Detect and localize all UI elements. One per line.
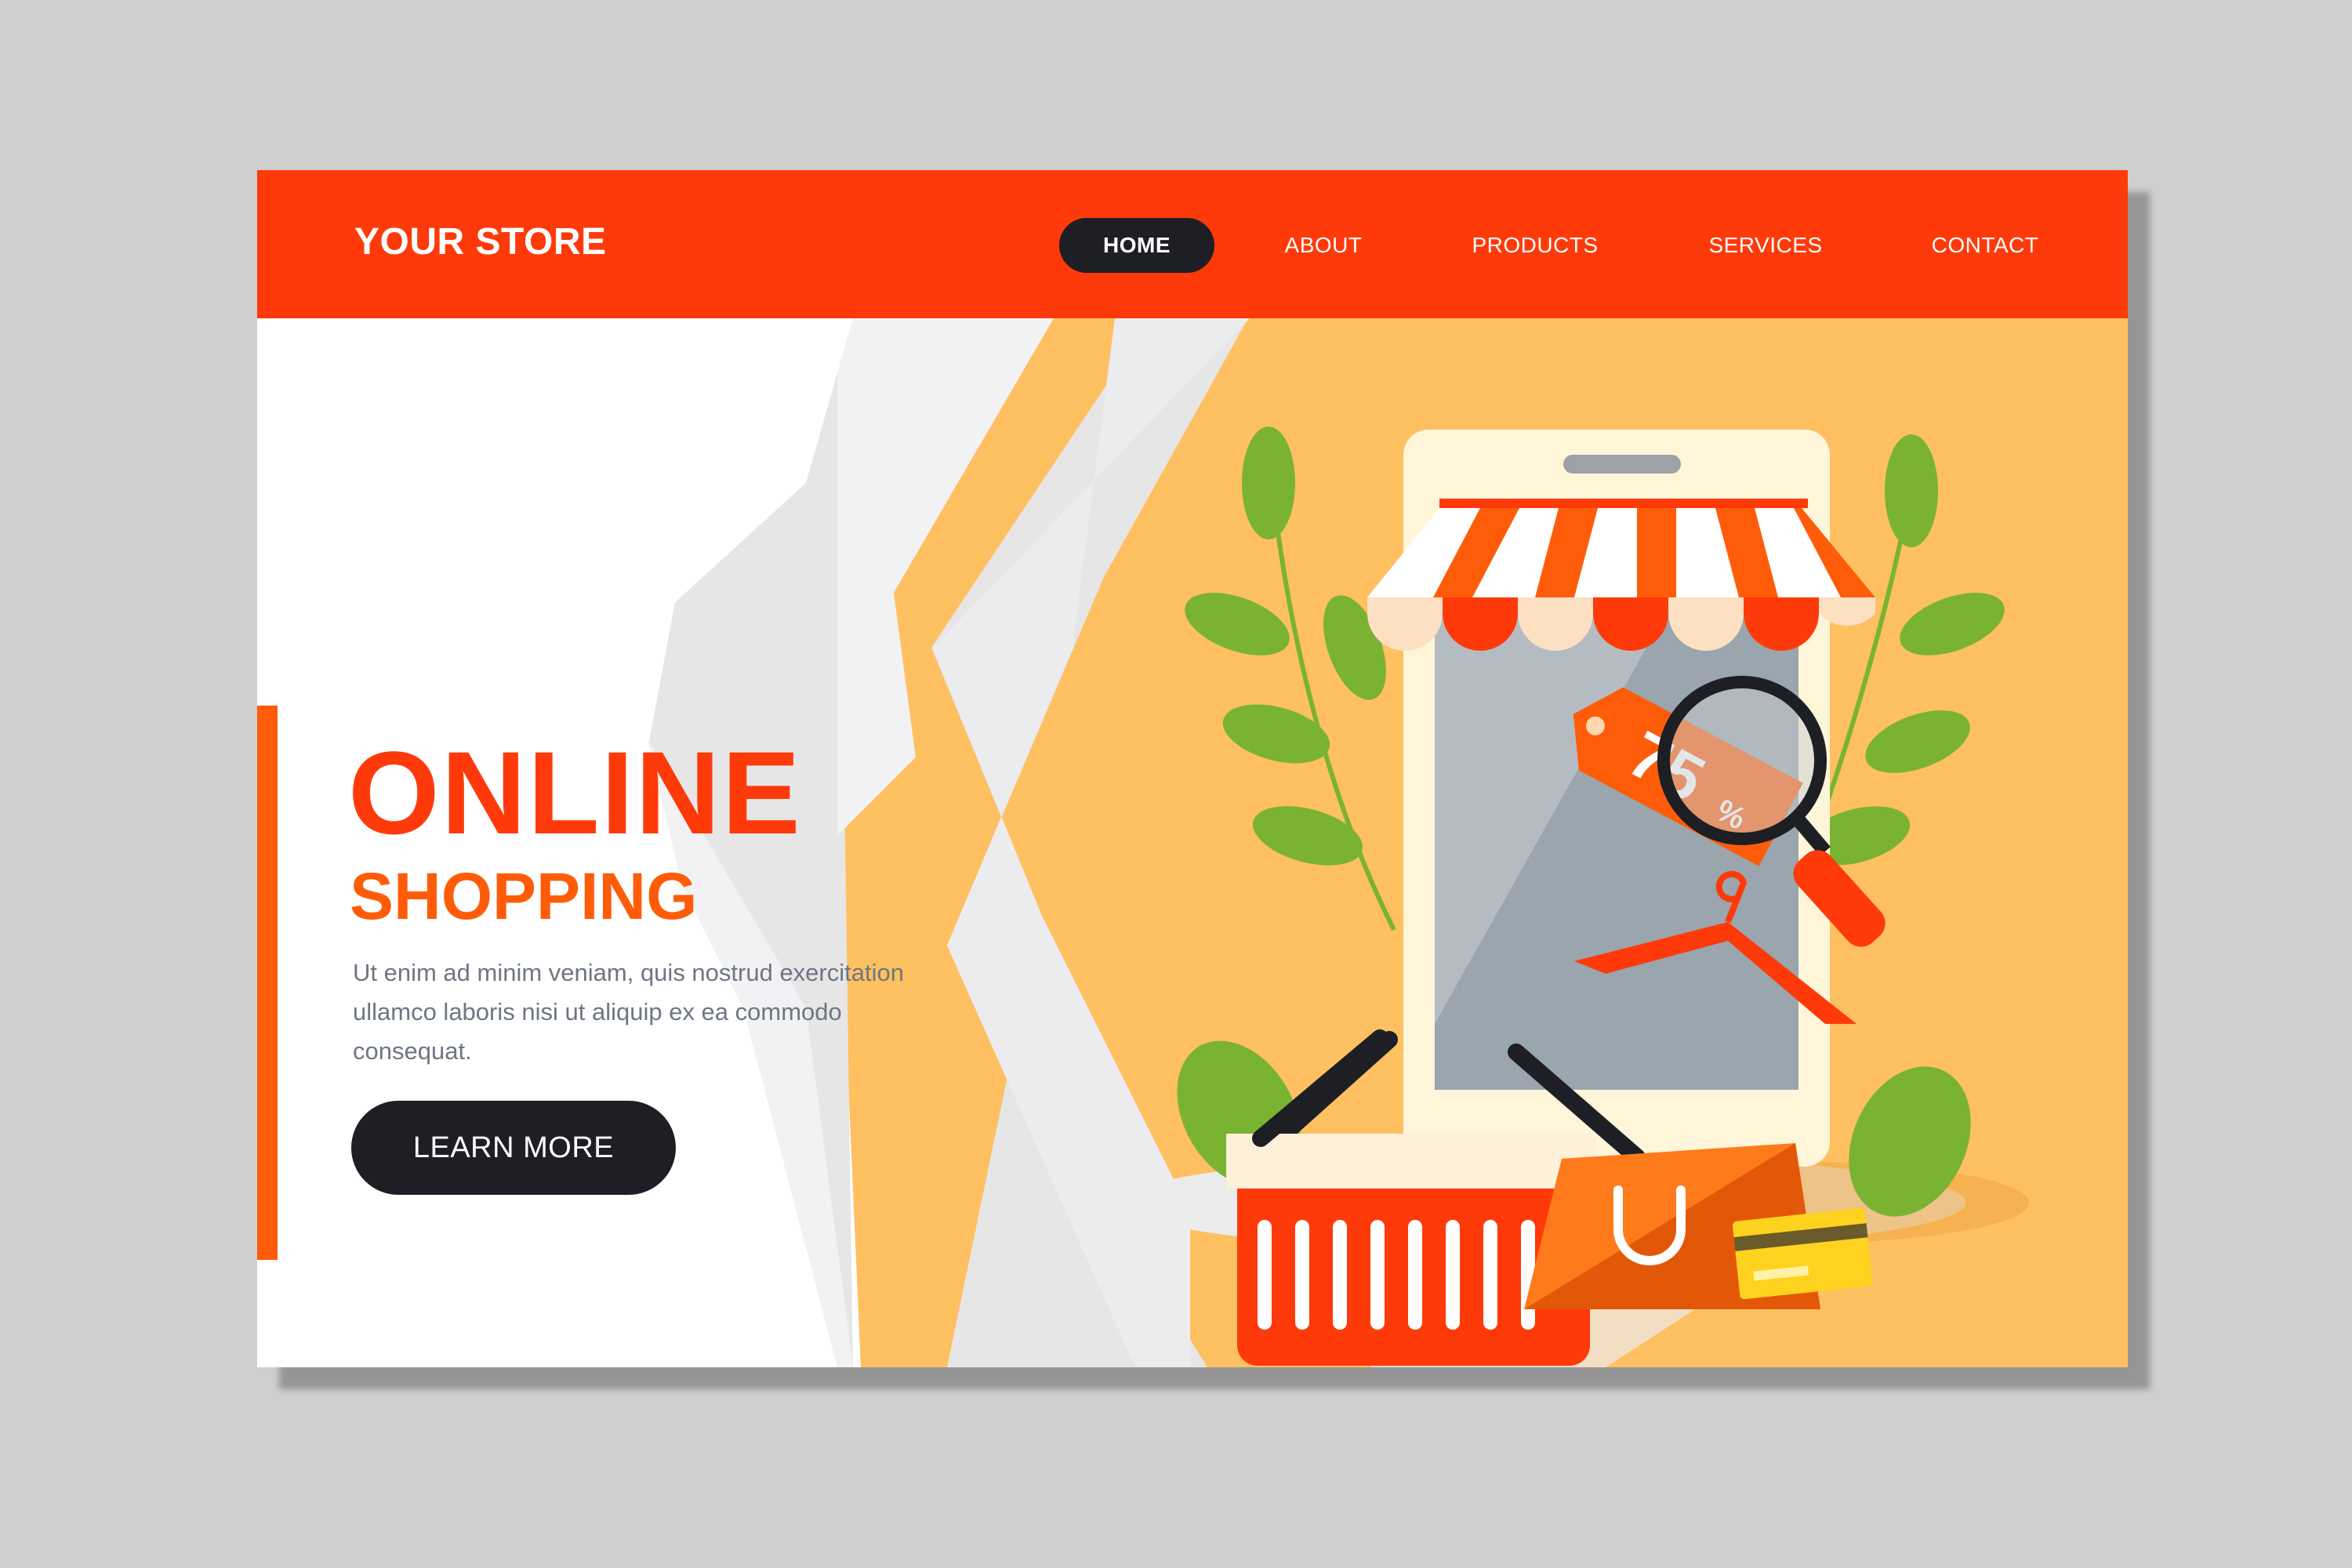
landing-page-card: YOUR STORE HOME ABOUT PRODUCTS SERVICES …: [257, 170, 2128, 1367]
hero-section: ONLINE SHOPPING Ut enim ad minim veniam,…: [257, 318, 2128, 1367]
brand-logo[interactable]: YOUR STORE: [354, 219, 607, 266]
top-navbar: YOUR STORE HOME ABOUT PRODUCTS SERVICES …: [257, 170, 2128, 318]
nav-item-about[interactable]: ABOUT: [1276, 218, 1370, 273]
phone-speaker: [1563, 455, 1681, 474]
nav-item-products[interactable]: PRODUCTS: [1468, 218, 1602, 273]
nav-item-services[interactable]: SERVICES: [1703, 218, 1828, 273]
nav-item-contact[interactable]: CONTACT: [1922, 218, 2048, 273]
shopping-illustration: 75 %: [1120, 426, 2029, 1366]
credit-card-icon: [1732, 1208, 1873, 1300]
nav-item-home[interactable]: HOME: [1059, 218, 1214, 273]
